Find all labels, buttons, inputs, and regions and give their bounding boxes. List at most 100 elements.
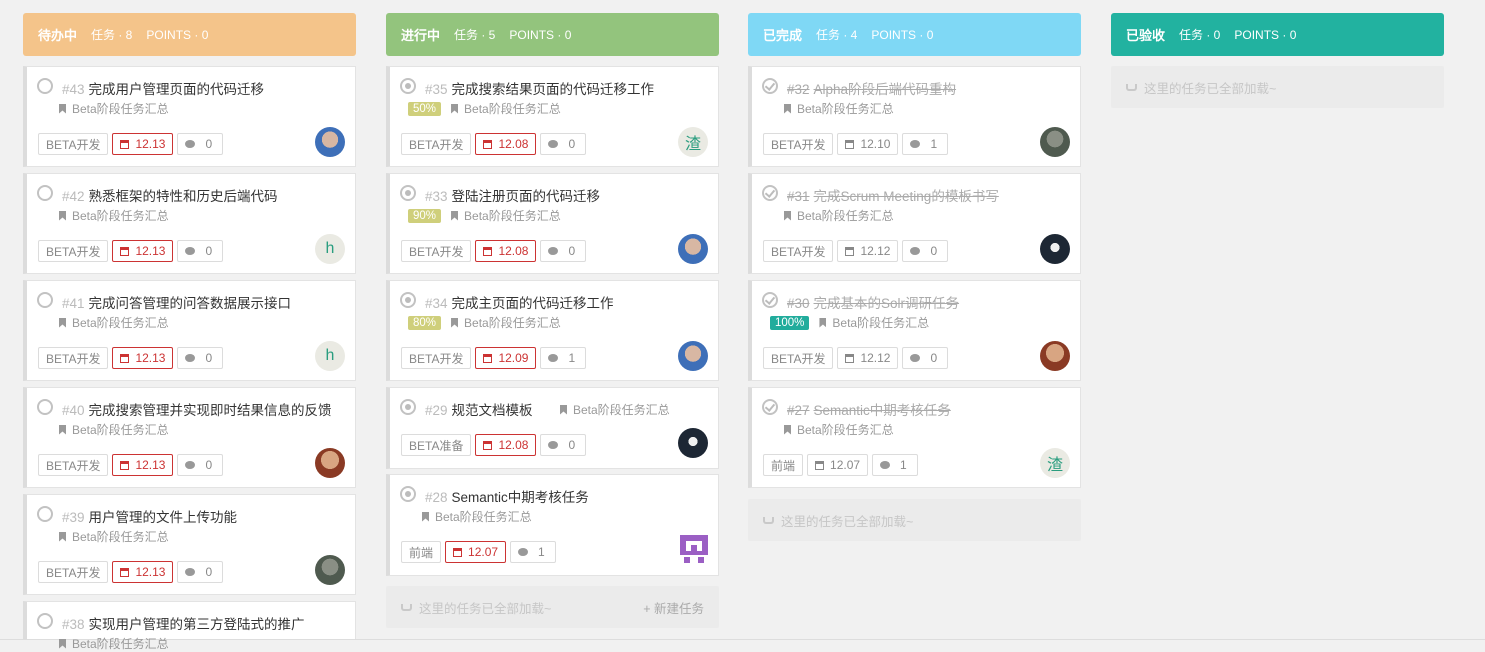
due-date-tag[interactable]: 12.07: [807, 454, 869, 476]
task-title[interactable]: 完成Scrum Meeting的模板书写: [814, 189, 999, 204]
task-group[interactable]: Beta阶段任务汇总: [573, 401, 670, 418]
task-group[interactable]: Beta阶段任务汇总: [72, 314, 169, 331]
task-title-line[interactable]: #41 完成问答管理的问答数据展示接口: [62, 292, 291, 312]
comments-tag[interactable]: 0: [902, 240, 949, 262]
task-card[interactable]: #43 完成用户管理页面的代码迁移 Beta阶段任务汇总 BETA开发 12.13 0: [23, 66, 356, 167]
comments-tag[interactable]: 0: [540, 133, 587, 155]
status-checkbox[interactable]: [400, 399, 416, 415]
comments-tag[interactable]: 0: [177, 240, 224, 262]
due-date-tag[interactable]: 12.13: [112, 240, 174, 262]
avatar[interactable]: [678, 234, 708, 264]
task-card[interactable]: #40 完成搜索管理并实现即时结果信息的反馈 Beta阶段任务汇总 BETA开发 12.…: [23, 387, 356, 488]
avatar[interactable]: [678, 341, 708, 371]
due-date-tag[interactable]: 12.08: [475, 133, 537, 155]
task-title-line[interactable]: #39 用户管理的文件上传功能: [62, 506, 237, 526]
column-header-accepted[interactable]: 已验收 任务 · 0 POINTS · 0: [1111, 13, 1444, 56]
task-card[interactable]: #30 完成基本的Solr调研任务 100% Beta阶段任务汇总 BETA开发 12.1…: [748, 280, 1081, 381]
avatar[interactable]: 渣: [1040, 448, 1070, 478]
column-header-todo[interactable]: 待办中 任务 · 8 POINTS · 0: [23, 13, 356, 56]
task-title[interactable]: 完成问答管理的问答数据展示接口: [89, 296, 292, 311]
label-tag[interactable]: BETA开发: [401, 133, 472, 155]
avatar[interactable]: h: [315, 234, 345, 264]
label-tag[interactable]: BETA开发: [401, 240, 472, 262]
label-tag[interactable]: BETA开发: [763, 347, 834, 369]
task-group[interactable]: Beta阶段任务汇总: [435, 508, 532, 525]
comments-tag[interactable]: 1: [510, 541, 556, 563]
label-tag[interactable]: 前端: [763, 454, 804, 476]
avatar[interactable]: [315, 555, 345, 585]
due-date-tag[interactable]: 12.13: [112, 133, 174, 155]
status-checkbox[interactable]: [400, 292, 416, 308]
column-header-done[interactable]: 已完成 任务 · 4 POINTS · 0: [748, 13, 1081, 56]
label-tag[interactable]: BETA开发: [763, 240, 834, 262]
due-date-tag[interactable]: 12.09: [475, 347, 537, 369]
due-date-tag[interactable]: 12.07: [445, 541, 507, 563]
avatar[interactable]: [680, 535, 708, 563]
task-group[interactable]: Beta阶段任务汇总: [464, 100, 561, 117]
task-title-line[interactable]: #40 完成搜索管理并实现即时结果信息的反馈: [62, 399, 332, 419]
task-card[interactable]: #33 登陆注册页面的代码迁移 90% Beta阶段任务汇总 BETA开发 12.08 0: [386, 173, 719, 274]
task-title-line[interactable]: #29 规范文档模板: [425, 399, 533, 419]
task-card[interactable]: #34 完成主页面的代码迁移工作 80% Beta阶段任务汇总 BETA开发 12.09 1: [386, 280, 719, 381]
comments-tag[interactable]: 0: [540, 434, 587, 456]
status-checkbox[interactable]: [400, 78, 416, 94]
task-title[interactable]: 规范文档模板: [452, 403, 533, 418]
task-title[interactable]: 熟悉框架的特性和历史后端代码: [89, 189, 278, 204]
status-checkbox[interactable]: [37, 613, 53, 629]
task-group[interactable]: Beta阶段任务汇总: [797, 207, 894, 224]
task-title[interactable]: Alpha阶段后端代码重构: [814, 82, 957, 97]
avatar[interactable]: h: [315, 341, 345, 371]
task-title[interactable]: 实现用户管理的第三方登陆式的推广: [89, 617, 305, 632]
task-card[interactable]: #27 Semantic中期考核任务 Beta阶段任务汇总 前端 12.07 1 渣: [748, 387, 1081, 488]
task-title[interactable]: Semantic中期考核任务: [814, 403, 951, 418]
label-tag[interactable]: BETA开发: [38, 240, 109, 262]
task-title-line[interactable]: #28 Semantic中期考核任务: [425, 486, 589, 506]
comments-tag[interactable]: 1: [872, 454, 918, 476]
label-tag[interactable]: BETA开发: [763, 133, 834, 155]
task-group[interactable]: Beta阶段任务汇总: [72, 207, 169, 224]
task-title[interactable]: 完成用户管理页面的代码迁移: [89, 82, 265, 97]
task-group[interactable]: Beta阶段任务汇总: [72, 421, 169, 438]
comments-tag[interactable]: 0: [177, 133, 224, 155]
task-title-line[interactable]: #35 完成搜索结果页面的代码迁移工作: [425, 78, 654, 98]
due-date-tag[interactable]: 12.12: [837, 240, 899, 262]
label-tag[interactable]: BETA开发: [38, 347, 109, 369]
task-card[interactable]: #31 完成Scrum Meeting的模板书写 Beta阶段任务汇总 BETA开发 1…: [748, 173, 1081, 274]
task-title-line[interactable]: #32 Alpha阶段后端代码重构: [787, 78, 956, 98]
due-date-tag[interactable]: 12.13: [112, 347, 174, 369]
new-task-button[interactable]: + 新建任务: [643, 598, 704, 617]
column-header-doing[interactable]: 进行中 任务 · 5 POINTS · 0: [386, 13, 719, 56]
due-date-tag[interactable]: 12.13: [112, 454, 174, 476]
due-date-tag[interactable]: 12.12: [837, 347, 899, 369]
task-group[interactable]: Beta阶段任务汇总: [72, 635, 169, 652]
comments-tag[interactable]: 1: [540, 347, 587, 369]
task-title-line[interactable]: #34 完成主页面的代码迁移工作: [425, 292, 614, 312]
comments-tag[interactable]: 0: [902, 347, 949, 369]
task-group[interactable]: Beta阶段任务汇总: [797, 100, 894, 117]
task-group[interactable]: Beta阶段任务汇总: [464, 207, 561, 224]
avatar[interactable]: [315, 127, 345, 157]
task-card[interactable]: #39 用户管理的文件上传功能 Beta阶段任务汇总 BETA开发 12.13 0: [23, 494, 356, 595]
task-title-line[interactable]: #33 登陆注册页面的代码迁移: [425, 185, 600, 205]
avatar[interactable]: [678, 428, 708, 458]
task-title[interactable]: 完成搜索管理并实现即时结果信息的反馈: [89, 403, 332, 418]
task-group[interactable]: Beta阶段任务汇总: [464, 314, 561, 331]
task-title-line[interactable]: #30 完成基本的Solr调研任务: [787, 292, 959, 312]
task-title-line[interactable]: #42 熟悉框架的特性和历史后端代码: [62, 185, 278, 205]
task-card[interactable]: #38 实现用户管理的第三方登陆式的推广 Beta阶段任务汇总: [23, 601, 356, 651]
due-date-tag[interactable]: 12.13: [112, 561, 174, 583]
task-group[interactable]: Beta阶段任务汇总: [832, 314, 929, 331]
comments-tag[interactable]: 0: [540, 240, 587, 262]
task-title[interactable]: 完成主页面的代码迁移工作: [452, 296, 614, 311]
comments-tag[interactable]: 0: [177, 347, 224, 369]
status-checkbox[interactable]: [762, 292, 778, 308]
avatar[interactable]: [1040, 127, 1070, 157]
task-card[interactable]: #35 完成搜索结果页面的代码迁移工作 50% Beta阶段任务汇总 BETA开发 12.…: [386, 66, 719, 167]
avatar[interactable]: [315, 448, 345, 478]
task-title[interactable]: 完成搜索结果页面的代码迁移工作: [452, 82, 655, 97]
status-checkbox[interactable]: [37, 292, 53, 308]
label-tag[interactable]: 前端: [401, 541, 442, 563]
task-group[interactable]: Beta阶段任务汇总: [72, 528, 169, 545]
task-title-line[interactable]: #38 实现用户管理的第三方登陆式的推广: [62, 613, 305, 633]
task-title[interactable]: Semantic中期考核任务: [452, 490, 589, 505]
